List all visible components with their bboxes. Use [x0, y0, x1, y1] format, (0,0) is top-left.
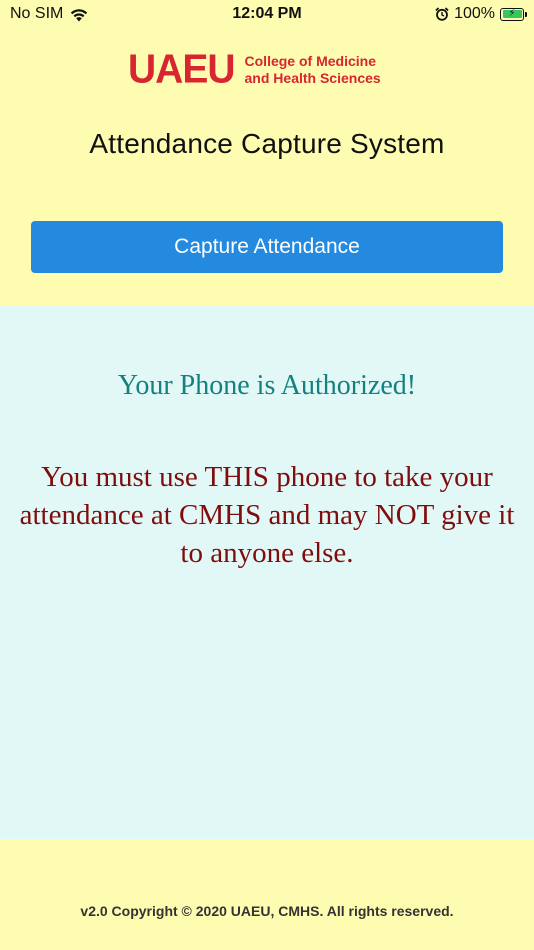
- logo-subtitle-line1: College of Medicine: [244, 53, 376, 69]
- logo-subtitle-line2: and Health Sciences: [244, 70, 381, 86]
- usage-warning-message: You must use THIS phone to take your att…: [19, 461, 515, 569]
- copyright-footer: v2.0 Copyright © 2020 UAEU, CMHS. All ri…: [80, 903, 454, 919]
- status-bar: No SIM 12:04 PM 100% ⚡: [0, 0, 534, 30]
- battery-percent: 100%: [454, 5, 495, 22]
- capture-attendance-button[interactable]: Capture Attendance: [31, 221, 503, 273]
- battery-fill: ⚡: [502, 8, 522, 19]
- authorization-message-panel: Your Phone is Authorized! You must use T…: [0, 305, 534, 839]
- logo-wordmark: UAEU: [128, 46, 236, 93]
- battery-charging-icon: ⚡: [500, 7, 527, 21]
- page-title: Attendance Capture System: [89, 128, 445, 159]
- logo-subtitle: College of Medicine and Health Sciences: [245, 53, 381, 87]
- battery-cap: [525, 11, 527, 17]
- alarm-icon: [435, 7, 449, 21]
- uaeu-cmhs-logo: UAEU College of Medicine and Health Scie…: [128, 46, 381, 93]
- status-right: 100% ⚡: [435, 5, 527, 23]
- charging-bolt-icon: ⚡: [508, 8, 516, 19]
- authorized-message: Your Phone is Authorized!: [117, 370, 417, 401]
